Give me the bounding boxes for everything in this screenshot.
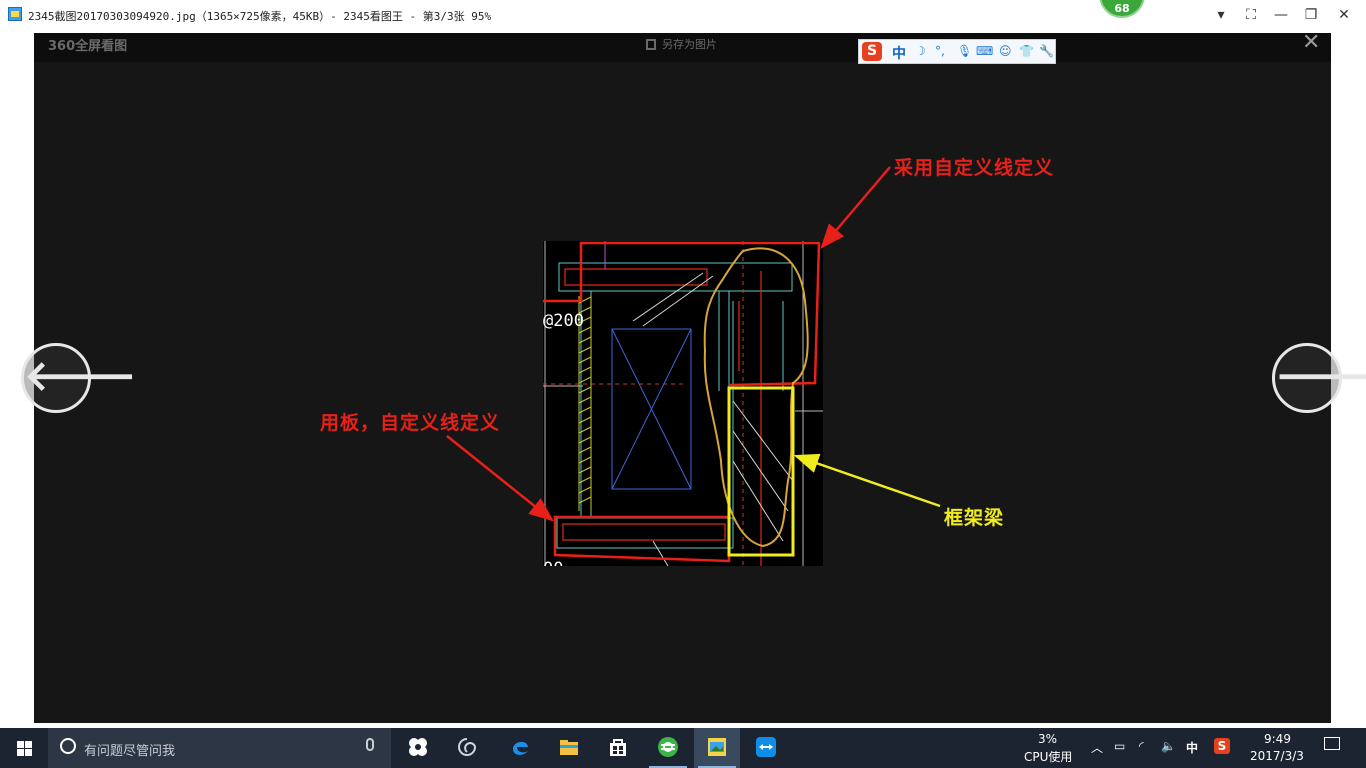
cad-text-spacing: @200	[543, 311, 584, 331]
ime-lang-toggle[interactable]: 中	[892, 43, 906, 63]
folder-icon	[560, 740, 578, 755]
app-icon	[8, 7, 22, 21]
teamviewer-button[interactable]	[743, 728, 789, 768]
viewer-close-button[interactable]: ✕	[1302, 30, 1320, 55]
next-image-button[interactable]: 🡒	[1272, 343, 1366, 413]
close-window-button[interactable]: ✕	[1330, 3, 1358, 27]
window-title: 2345截图20170303094920.jpg（1365×725像素，45KB…	[28, 10, 492, 23]
cad-drawing: @200 00	[539, 241, 823, 579]
file-explorer-button[interactable]	[546, 728, 592, 768]
2345-viewer-icon	[708, 738, 726, 756]
cpu-percent: 3%	[1038, 732, 1058, 746]
volume-icon[interactable]: 🔈	[1161, 739, 1176, 753]
badge-count[interactable]: 68	[1099, 0, 1145, 18]
cad-drawing-svg: @200 00	[539, 241, 823, 579]
taskbar: 有问题尽管问我 3% CPU使用 ︿ ▭ ◜ 🔈 中 S 9:49 2017/3…	[0, 728, 1366, 768]
clock-date[interactable]: 2017/3/3	[1250, 749, 1304, 763]
arrow-right-icon: 🡒	[1275, 351, 1366, 400]
wifi-icon[interactable]: ◜	[1139, 739, 1144, 753]
ime-indicator[interactable]: 中	[1186, 739, 1198, 756]
wrench-icon[interactable]: 🔧	[1039, 44, 1054, 58]
windows-logo-icon	[17, 741, 24, 748]
chevron-up-icon[interactable]: ︿	[1091, 739, 1103, 756]
search-placeholder: 有问题尽管问我	[84, 744, 176, 759]
sogou-tray-icon[interactable]: S	[1214, 738, 1230, 754]
teamviewer-icon	[756, 737, 776, 757]
restore-button[interactable]: ❐	[1297, 3, 1325, 27]
360-browser-icon	[658, 737, 678, 757]
moon-icon[interactable]: ☽	[915, 44, 926, 58]
dropdown-menu-button[interactable]: ▾	[1207, 3, 1235, 27]
punct-icon[interactable]: °,	[935, 44, 945, 58]
viewer-logo: 360全屏看图	[48, 39, 128, 54]
swirl-icon	[458, 738, 477, 756]
mic-icon[interactable]	[366, 738, 374, 751]
shirt-icon[interactable]: 👕	[1019, 44, 1034, 58]
store-icon	[610, 739, 626, 756]
360-browser-button[interactable]	[645, 728, 691, 768]
arrow-left-icon: 🡐	[24, 351, 137, 400]
keyboard-icon[interactable]: ⌨	[976, 44, 993, 58]
store-button[interactable]	[595, 728, 641, 768]
user-icon[interactable]: ☺	[999, 44, 1012, 58]
battery-icon[interactable]: ▭	[1114, 739, 1125, 753]
previous-image-button[interactable]: 🡐	[21, 343, 137, 413]
save-as-label: 另存为图片	[662, 38, 717, 51]
title-bar: 2345截图20170303094920.jpg（1365×725像素，45KB…	[0, 0, 1366, 31]
start-button[interactable]	[0, 728, 48, 768]
sogou-logo-icon[interactable]: S	[862, 42, 882, 61]
task-view-button[interactable]	[395, 728, 441, 768]
label-custom-line: 采用自定义线定义	[894, 157, 1055, 179]
clock-time[interactable]: 9:49	[1264, 732, 1291, 746]
browser-swirl-button[interactable]	[444, 728, 490, 768]
edge-button[interactable]	[497, 728, 543, 768]
edge-icon	[513, 741, 528, 755]
save-as-button[interactable]: 另存为图片	[646, 36, 717, 52]
disk-icon	[646, 39, 656, 50]
cortana-icon	[60, 738, 76, 754]
viewer-toolbar: 360全屏看图 另存为图片 ✕	[34, 30, 1331, 62]
cpu-label: CPU使用	[1024, 750, 1073, 764]
ime-toolbar[interactable]: S 中 ☽ °, 🎙 ⌨ ☺ 👕 🔧	[858, 39, 1056, 64]
cad-text-bottom: 00	[543, 559, 563, 566]
fullscreen-button[interactable]: ⛶	[1237, 3, 1265, 27]
2345-viewer-button[interactable]	[694, 728, 740, 768]
label-frame-beam: 框架梁	[944, 507, 1005, 529]
search-box[interactable]: 有问题尽管问我	[48, 728, 391, 768]
minimize-button[interactable]: —	[1267, 3, 1295, 27]
mic-icon[interactable]: 🎙	[957, 44, 972, 58]
task-view-icon	[409, 738, 427, 756]
notification-icon[interactable]	[1324, 737, 1340, 750]
label-slab-custom-line: 用板，自定义线定义	[320, 412, 501, 434]
